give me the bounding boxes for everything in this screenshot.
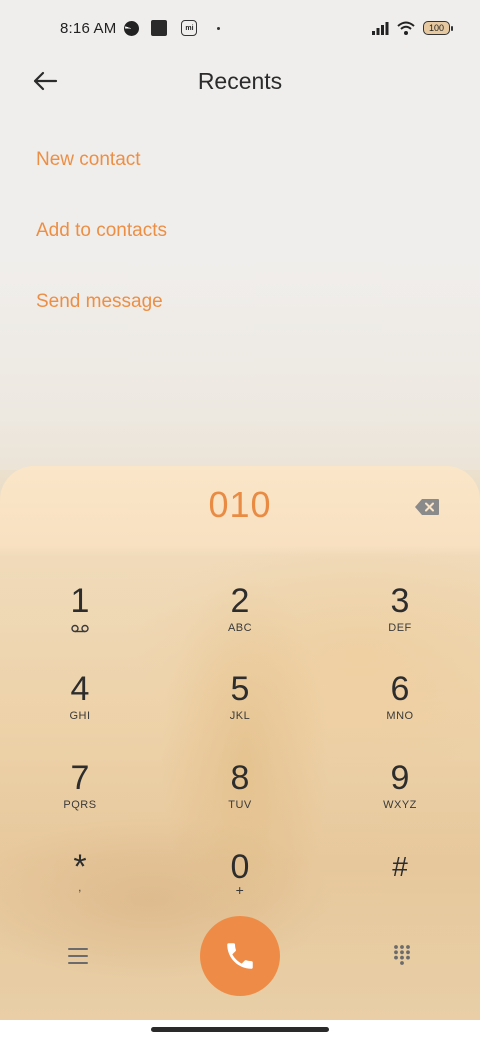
status-time: 8:16 AM [60,19,117,37]
dialed-number[interactable]: 010 [0,484,480,526]
battery-icon: 100 [423,21,453,35]
key-digit: 3 [390,582,410,620]
mi-icon: mi [181,20,198,36]
page-title: Recents [197,68,283,94]
voicemail-icon [71,624,89,633]
key-digit: 0 [230,848,250,886]
signal-icon [372,22,389,35]
key-digit: 8 [230,759,250,797]
key-7[interactable]: 7 PQRS [25,759,135,839]
status-bar: 8:16 AM mi 100 [0,0,480,56]
key-letters: MNO [386,710,414,722]
key-letters: WXYZ [383,799,417,811]
key-digit: 9 [390,759,410,797]
call-button[interactable] [200,916,280,996]
key-hash[interactable]: # [345,848,455,928]
key-star[interactable]: * , [25,848,135,928]
key-digit: 5 [230,670,250,708]
key-digit: 1 [70,582,90,620]
dialpad-icon [394,945,410,965]
key-letters: GHI [69,710,91,722]
menu-button[interactable] [66,944,90,968]
phone-icon [227,943,253,969]
key-digit: 7 [70,759,90,797]
dialpad-toggle-button[interactable] [392,944,412,966]
key-letters: + [235,882,245,898]
menu-icon [68,948,88,950]
key-digit: # [392,851,408,882]
key-digit: 6 [390,670,410,708]
square-icon [151,20,168,36]
key-letters: DEF [388,622,412,634]
add-to-contacts-link[interactable]: Add to contacts [36,207,167,278]
key-4[interactable]: 4 GHI [25,670,135,750]
key-letters: ABC [227,622,253,634]
key-letters: , [78,882,82,894]
key-letters: TUV [228,799,252,811]
key-3[interactable]: 3 DEF [345,582,455,662]
backspace-icon [415,499,439,515]
key-5[interactable]: 5 JKL [185,670,295,750]
key-6[interactable]: 6 MNO [345,670,455,750]
key-8[interactable]: 8 TUV [185,759,295,839]
key-digit: * [73,848,87,886]
backspace-button[interactable] [413,496,441,518]
key-9[interactable]: 9 WXYZ [345,759,455,839]
key-letters: JKL [229,710,251,722]
pie-icon [124,20,140,36]
send-message-link[interactable]: Send message [36,278,167,349]
home-indicator[interactable] [151,1027,329,1032]
new-contact-link[interactable]: New contact [36,136,167,207]
key-letters: PQRS [63,799,97,811]
wifi-icon [397,21,415,35]
key-2[interactable]: 2 ABC [185,582,295,662]
header: Recents [0,56,480,108]
key-digit: 2 [230,582,250,620]
key-1[interactable]: 1 [25,582,135,662]
key-digit: 4 [70,670,90,708]
dot-icon [217,26,221,30]
action-list: New contact Add to contacts Send message [36,136,167,349]
